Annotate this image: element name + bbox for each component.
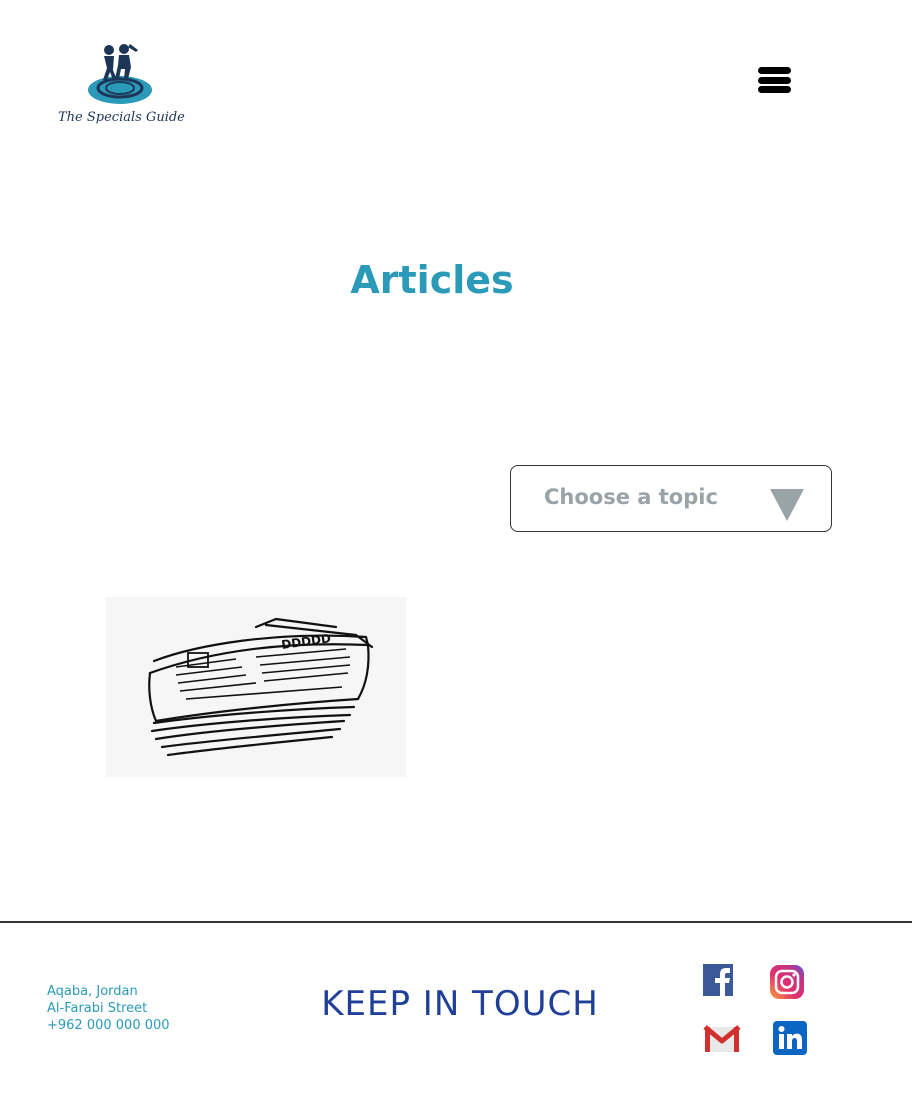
footer-address: Aqaba, Jordan Al-Farabi Street +962 000 …: [47, 983, 170, 1034]
menu-bar-bottom: [758, 86, 791, 93]
newspaper-stack-icon: DDDDD: [148, 617, 374, 757]
hamburger-menu-button[interactable]: [755, 64, 795, 98]
family-disc-logo-icon: [88, 44, 152, 104]
triangle-down-icon: [770, 489, 804, 521]
instagram-link[interactable]: [769, 964, 805, 1000]
gmail-icon: [703, 1025, 741, 1052]
menu-bar-middle: [758, 77, 791, 84]
topic-select[interactable]: Choose a topic: [510, 465, 832, 532]
article-card[interactable]: DDDDD: [106, 597, 406, 777]
facebook-icon: [703, 964, 733, 996]
footer-divider: [0, 921, 912, 923]
gmail-link[interactable]: [703, 1022, 741, 1058]
address-city: Aqaba, Jordan: [47, 984, 138, 999]
linkedin-link[interactable]: [772, 1020, 808, 1056]
svg-text:DDDDD: DDDDD: [280, 631, 331, 652]
address-street: Al-Farabi Street: [47, 1001, 148, 1016]
logo-text: The Specials Guide: [58, 110, 185, 125]
instagram-icon: [770, 965, 804, 999]
facebook-link[interactable]: [703, 964, 739, 1000]
page-title: Articles: [350, 258, 514, 302]
linkedin-icon: [773, 1021, 807, 1055]
hamburger-menu-icon: [758, 67, 791, 74]
site-logo[interactable]: The Specials Guide: [58, 42, 185, 134]
topic-select-label: Choose a topic: [544, 485, 718, 509]
address-phone: +962 000 000 000: [47, 1018, 170, 1033]
keep-in-touch-heading: KEEP IN TOUCH: [321, 984, 599, 1024]
